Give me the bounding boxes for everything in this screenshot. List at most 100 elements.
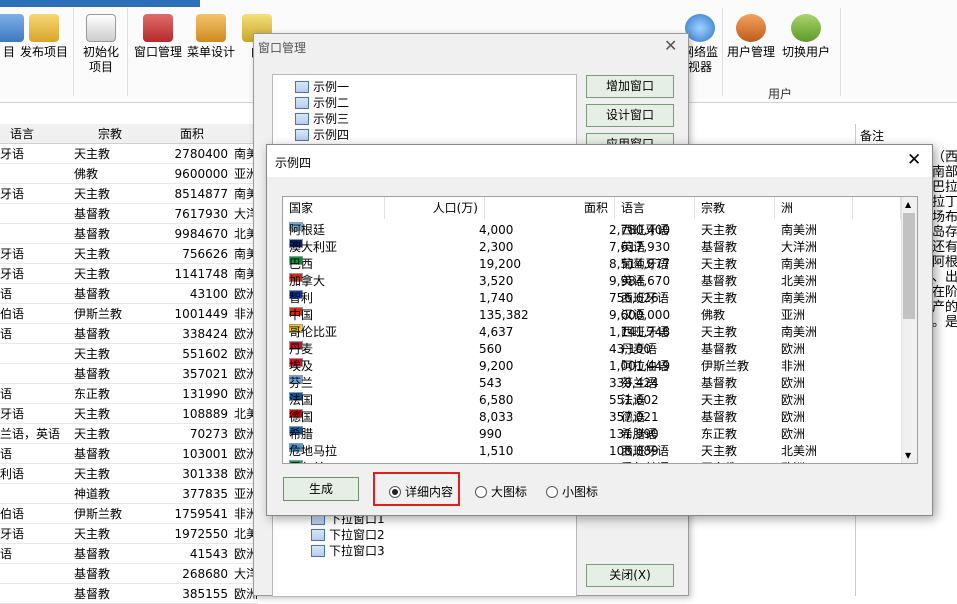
cell-text: 哥伦比亚 [289, 325, 338, 339]
table-row[interactable]: 佛教 9600000 亚洲 [0, 164, 258, 184]
list-item[interactable]: 危地马拉 1,510 108,889 西班牙语 天主教 北美洲 [283, 443, 901, 460]
table-row[interactable]: 利语 天主教 301338 欧洲 [0, 464, 258, 484]
publish-project-button[interactable]: 发布项目 [20, 14, 68, 60]
design-window-button[interactable]: 设计窗口 [586, 104, 674, 127]
table-cell: 756626 [182, 247, 228, 261]
list-item[interactable]: 哥伦比亚 4,637 1,141,748 西班牙语 天主教 南美洲 [283, 324, 901, 341]
list-item[interactable]: 智利 1,740 756,626 西班牙语 天主教 南美洲 [283, 290, 901, 307]
window-tree[interactable]: 示例一示例二示例三示例四示例五 [272, 74, 577, 158]
menu-design-button[interactable]: 菜单设计 [187, 14, 235, 60]
table-row[interactable]: 基督教 357021 欧洲 [0, 364, 258, 384]
table-cell: 43100 [189, 287, 228, 301]
list-item[interactable]: 爱尔兰45070,273爱尔兰语天主教欧洲 [283, 460, 901, 463]
list-item[interactable]: 加拿大 3,520 9,984,670 英语 基督教 北美洲 [283, 273, 901, 290]
cell-text: 9,200 [479, 359, 514, 373]
close-icon[interactable]: ✕ [664, 36, 677, 55]
user-management-button[interactable]: 用户管理 [727, 14, 775, 60]
cell-text: 西班牙语 [621, 444, 670, 458]
table-cell: 基督教 [74, 367, 111, 381]
tree-item[interactable]: 下拉窗口3 [311, 543, 385, 559]
table-row[interactable]: 兰语，英语 天主教 70273 欧洲 [0, 424, 258, 444]
table-row[interactable]: 语基督教 41543 欧洲 [0, 544, 258, 564]
column-header[interactable]: 人口(万) [385, 197, 485, 219]
cell-text: 佛教 [701, 308, 726, 322]
window-manager-button[interactable]: 窗口管理 [134, 14, 182, 60]
cell-text: 欧洲 [781, 460, 805, 463]
radio-small-icons[interactable]: 小图标 [546, 485, 598, 499]
close-button[interactable]: 关闭(X) [586, 564, 674, 587]
window-item-icon [311, 545, 325, 557]
table-cell: 天主教 [74, 527, 111, 541]
list-item[interactable]: 希腊 990 131,990 希腊语 东正教 欧洲 [283, 426, 901, 443]
tree-item[interactable]: 示例一 [295, 79, 349, 95]
table-cell: 天主教 [74, 147, 111, 161]
cell-text: 1,510 [479, 444, 514, 458]
table-row[interactable]: 基督教 385155 欧洲 [0, 584, 258, 604]
list-item[interactable]: 中国 135,382 9,600,000 汉语 佛教 亚洲 [283, 307, 901, 324]
table-row[interactable]: 牙语 天主教 756626 南美 [0, 244, 258, 264]
table-row[interactable]: 牙语 天主教 2780400 南美 [0, 144, 258, 164]
tree-item[interactable]: 示例三 [295, 111, 349, 127]
cell-text: 欧洲 [781, 410, 806, 424]
table-row[interactable]: 伯语 伊斯兰教 1001449 非洲 [0, 304, 258, 324]
notes-text: （西 南部 巴拉 拉丁 场布 岛存 还有 阿根 、出 在阶 产的 。是 [932, 150, 957, 330]
radio-details[interactable]: 详细内容 [389, 485, 453, 499]
list-item[interactable]: 巴西 19,200 8,514,877 葡萄牙语 天主教 南美洲 [283, 256, 901, 273]
tree-item[interactable]: 示例二 [295, 95, 349, 111]
list-item[interactable]: 澳大利亚 2,300 7,617,930 英语 基督教 大洋洲 [283, 239, 901, 256]
cell-text: 西班牙语 [621, 291, 670, 305]
table-row[interactable]: 语东正教 131990 欧洲 [0, 384, 258, 404]
table-row[interactable]: 牙语 天主教 1972550 北美 [0, 524, 258, 544]
column-header[interactable]: 面积 [485, 197, 615, 219]
list-item[interactable]: 阿根廷 4,000 2,780,400 西班牙语 天主教 南美洲 [283, 222, 901, 239]
table-row[interactable]: 牙语 天主教 8514877 南美 [0, 184, 258, 204]
cell-text: 法语 [621, 393, 646, 407]
table-cell: 佛教 [74, 167, 99, 181]
tree-item-label: 示例一 [313, 80, 350, 94]
scroll-up-icon[interactable]: ▲ [905, 200, 911, 209]
table-row[interactable]: 语基督教 43100 欧洲 [0, 284, 258, 304]
table-row[interactable]: 基督教 9984670 北美 [0, 224, 258, 244]
table-row[interactable]: 神道教 377835 亚洲 [0, 484, 258, 504]
table-cell: 131990 [182, 387, 228, 401]
column-header[interactable]: 国家 [283, 197, 385, 219]
scroll-down-icon[interactable]: ▼ [905, 451, 911, 460]
grid-header: 语言 宗教 面积 [0, 124, 258, 144]
cell-text: 1,740 [479, 291, 514, 305]
list-item[interactable]: 芬兰 543 338,424 芬兰语 基督教 欧洲 [283, 375, 901, 392]
list-item[interactable]: 德国 8,033 357,021 德语 基督教 欧洲 [283, 409, 901, 426]
table-row[interactable]: 天主教 551602 欧洲 [0, 344, 258, 364]
table-row[interactable]: 语基督教 103001 欧洲 [0, 444, 258, 464]
table-row[interactable]: 伯语 伊斯兰教 1759541 非洲 [0, 504, 258, 524]
add-window-button[interactable]: 增加窗口 [586, 75, 674, 98]
table-cell: 268680 [182, 567, 228, 581]
ribbon-tab-strip [0, 0, 200, 7]
tree-item[interactable]: 下拉窗口2 [311, 527, 385, 543]
cell-text: 希腊语 [621, 427, 658, 441]
country-list-view[interactable]: 国家 人口(万) 面积 语言 宗教洲 阿根廷 4,000 2,780,400 西班牙语 天主教南… [282, 196, 918, 464]
cell-text: 东正教 [701, 427, 738, 441]
close-icon[interactable]: ✕ [907, 150, 921, 170]
list-item[interactable]: 法国 6,580 551,602 法语 天主教 欧洲 [283, 392, 901, 409]
cell-text: 埃及 [289, 359, 314, 373]
table-row[interactable]: 牙语 天主教 108889 北美 [0, 404, 258, 424]
column-header[interactable]: 语言 [615, 197, 695, 219]
switch-user-button[interactable]: 切换用户 [782, 14, 830, 60]
table-row[interactable]: 基督教 7617930 大洋 [0, 204, 258, 224]
cell-text: 丹麦语 [621, 342, 658, 356]
dropdown-window-tree[interactable]: 下拉窗口1 下拉窗口2 下拉窗口3 [272, 504, 577, 597]
table-row[interactable]: 牙语 天主教 1141748 南美 [0, 264, 258, 284]
table-row[interactable]: 语基督教 338424 欧洲 [0, 324, 258, 344]
radio-large-icons[interactable]: 大图标 [475, 485, 527, 499]
cell-text: 加拿大 [289, 274, 326, 288]
tree-item[interactable]: 示例四 [295, 127, 349, 143]
init-project-button[interactable]: 初始化项目 [82, 14, 120, 75]
column-header[interactable]: 宗教 [695, 197, 775, 219]
column-header[interactable]: 洲 [775, 197, 853, 219]
list-item[interactable]: 丹麦 560 43,100 丹麦语 基督教 欧洲 [283, 341, 901, 358]
notes-line: 岛存 [932, 225, 957, 240]
table-row[interactable]: 基督教 268680 大洋 [0, 564, 258, 584]
generate-button[interactable]: 生成 [283, 477, 359, 501]
scrollbar-thumb[interactable] [903, 213, 915, 319]
list-item[interactable]: 埃及 9,200 1,001,449 阿拉伯语 伊斯兰教 非洲 [283, 358, 901, 375]
